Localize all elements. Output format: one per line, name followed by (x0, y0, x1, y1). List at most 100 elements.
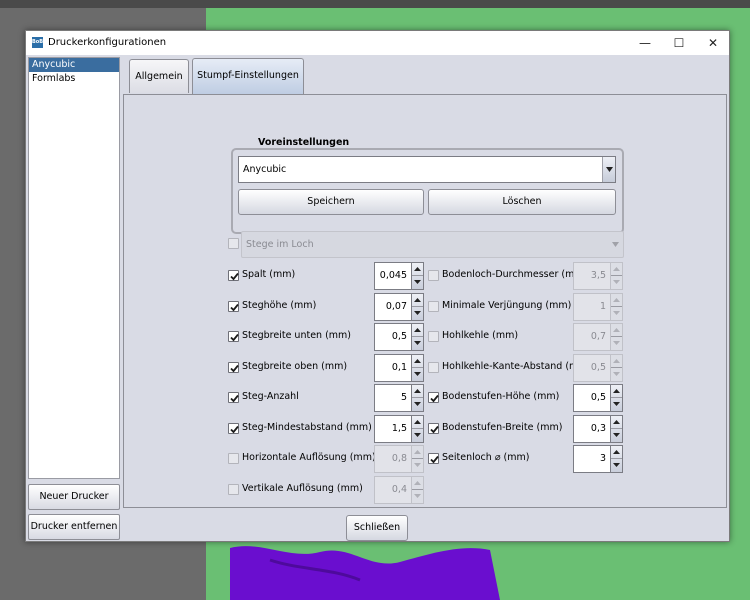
right-value-5[interactable]: 0,3 (573, 414, 611, 443)
app-icon: BoB (32, 37, 43, 48)
new-printer-button[interactable]: Neuer Drucker (28, 484, 120, 510)
spin-up-icon[interactable] (412, 324, 423, 337)
left-label-6: Horizontale Auflösung (mm) (242, 452, 376, 463)
holes-checkbox[interactable] (228, 238, 239, 249)
right-label-5: Bodenstufen-Breite (mm) (442, 421, 563, 433)
left-spin-buttons-2[interactable] (412, 323, 424, 351)
left-checkbox-3[interactable] (228, 361, 239, 373)
right-value-0[interactable]: 3,5 (573, 262, 611, 290)
close-button[interactable]: ✕ (696, 31, 730, 55)
spin-up-icon[interactable] (412, 416, 423, 429)
left-spin-buttons-3[interactable] (412, 353, 424, 382)
left-spin-buttons-1[interactable] (412, 292, 424, 321)
left-value-1[interactable]: 0,07 (374, 292, 412, 321)
left-checkbox-1[interactable] (228, 300, 239, 312)
close-dialog-button[interactable]: Schließen (346, 515, 408, 541)
right-spin-buttons-3[interactable] (611, 353, 623, 382)
printer-list[interactable]: Anycubic Formlabs (28, 57, 120, 479)
spin-down-icon[interactable] (611, 337, 622, 350)
spin-up-icon[interactable] (412, 355, 423, 368)
holes-dropdown[interactable]: Stege im Loch (241, 231, 624, 258)
right-spin-buttons-6[interactable] (611, 445, 623, 473)
delete-preset-button[interactable]: Löschen (428, 189, 616, 215)
presets-dropdown[interactable]: Anycubic (238, 156, 616, 183)
spin-down-icon[interactable] (611, 368, 622, 381)
chevron-down-icon[interactable] (602, 157, 615, 182)
left-checkbox-7[interactable] (228, 483, 239, 495)
chevron-down-icon (612, 242, 619, 247)
left-value-5[interactable]: 1,5 (374, 414, 412, 443)
spin-down-icon[interactable] (611, 429, 622, 442)
spin-up-icon[interactable] (611, 294, 622, 307)
spin-down-icon[interactable] (611, 276, 622, 289)
left-checkbox-6[interactable] (228, 453, 239, 464)
right-value-2[interactable]: 0,7 (573, 323, 611, 351)
left-spin-buttons-0[interactable] (412, 262, 424, 290)
printer-item-anycubic[interactable]: Anycubic (29, 58, 119, 72)
spin-down-icon[interactable] (611, 307, 622, 320)
spin-up-icon[interactable] (412, 294, 423, 307)
spin-down-icon[interactable] (412, 337, 423, 350)
right-spin-buttons-4[interactable] (611, 384, 623, 412)
printer-item-formlabs[interactable]: Formlabs (29, 72, 119, 86)
right-value-6[interactable]: 3 (573, 445, 611, 473)
right-checkbox-5[interactable] (428, 422, 439, 434)
presets-group-label: Voreinstellungen (258, 137, 350, 148)
right-spin-buttons-1[interactable] (611, 292, 623, 321)
printer-config-dialog: BoB Druckerkonfigurationen — ☐ ✕ Anycubi… (25, 30, 730, 542)
spin-up-icon[interactable] (412, 446, 423, 459)
left-value-2[interactable]: 0,5 (374, 323, 412, 351)
right-spin-buttons-0[interactable] (611, 262, 623, 290)
left-spin-buttons-5[interactable] (412, 414, 424, 443)
spin-down-icon[interactable] (412, 398, 423, 411)
left-value-4[interactable]: 5 (374, 384, 412, 412)
right-checkbox-2[interactable] (428, 331, 439, 342)
spin-up-icon[interactable] (611, 263, 622, 276)
spin-down-icon[interactable] (412, 429, 423, 442)
left-checkbox-4[interactable] (228, 392, 239, 403)
spin-up-icon[interactable] (412, 477, 423, 490)
spin-up-icon[interactable] (412, 385, 423, 398)
left-value-7[interactable]: 0,4 (374, 475, 412, 504)
spin-down-icon[interactable] (611, 459, 622, 472)
maximize-button[interactable]: ☐ (662, 31, 696, 55)
right-value-3[interactable]: 0,5 (573, 353, 611, 382)
left-checkbox-0[interactable] (228, 270, 239, 281)
save-preset-button[interactable]: Speichern (238, 189, 424, 215)
tab-allgemein[interactable]: Allgemein (129, 59, 189, 93)
left-spin-buttons-4[interactable] (412, 384, 424, 412)
spin-up-icon[interactable] (611, 446, 622, 459)
right-checkbox-1[interactable] (428, 300, 439, 312)
spin-down-icon[interactable] (412, 368, 423, 381)
right-value-1[interactable]: 1 (573, 292, 611, 321)
spin-up-icon[interactable] (611, 416, 622, 429)
right-label-4: Bodenstufen-Höhe (mm) (442, 391, 560, 402)
right-value-4[interactable]: 0,5 (573, 384, 611, 412)
spin-up-icon[interactable] (611, 385, 622, 398)
left-checkbox-2[interactable] (228, 331, 239, 342)
right-checkbox-0[interactable] (428, 270, 439, 281)
remove-printer-button[interactable]: Drucker entfernen (28, 514, 120, 540)
left-value-0[interactable]: 0,045 (374, 262, 412, 290)
left-value-3[interactable]: 0,1 (374, 353, 412, 382)
left-value-6[interactable]: 0,8 (374, 445, 412, 473)
tab-stumpf-einstellungen[interactable]: Stumpf-Einstellungen (192, 58, 304, 94)
spin-up-icon[interactable] (611, 355, 622, 368)
right-label-1: Minimale Verjüngung (mm) (442, 299, 572, 311)
right-checkbox-3[interactable] (428, 361, 439, 373)
spin-down-icon[interactable] (412, 307, 423, 320)
spin-down-icon[interactable] (412, 459, 423, 472)
right-checkbox-4[interactable] (428, 392, 439, 403)
left-checkbox-5[interactable] (228, 422, 239, 434)
spin-down-icon[interactable] (611, 398, 622, 411)
left-spin-buttons-7[interactable] (412, 475, 424, 504)
right-spin-buttons-2[interactable] (611, 323, 623, 351)
spin-up-icon[interactable] (412, 263, 423, 276)
spin-down-icon[interactable] (412, 276, 423, 289)
right-checkbox-6[interactable] (428, 453, 439, 464)
minimize-button[interactable]: — (628, 31, 662, 55)
spin-down-icon[interactable] (412, 490, 423, 503)
spin-up-icon[interactable] (611, 324, 622, 337)
left-spin-buttons-6[interactable] (412, 445, 424, 473)
right-spin-buttons-5[interactable] (611, 414, 623, 443)
